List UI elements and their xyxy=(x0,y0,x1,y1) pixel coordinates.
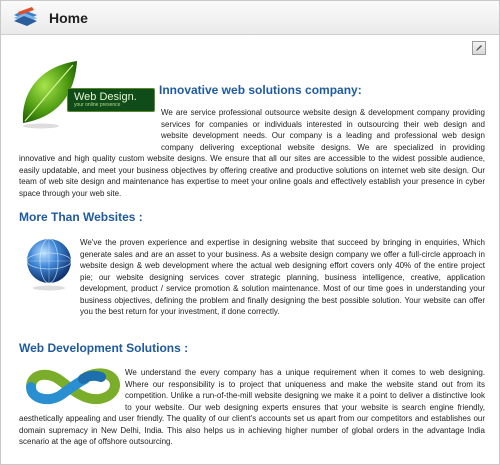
home-panel: Home Web Design. your online presence In… xyxy=(0,0,500,465)
section-title: Innovative web solutions company: xyxy=(159,83,362,97)
globe-icon xyxy=(23,236,75,292)
section-body: We understand the every company has a un… xyxy=(19,367,485,446)
page-title: Home xyxy=(49,10,88,26)
edit-icon[interactable] xyxy=(472,41,486,55)
section-body: We are service professional outsource we… xyxy=(19,107,485,198)
home-icon xyxy=(11,7,41,29)
section-title: More Than Websites : xyxy=(19,210,143,224)
section-body-float xyxy=(19,367,125,413)
section-body-float xyxy=(19,107,161,142)
section-body: We've the proven experience and expertis… xyxy=(80,238,485,316)
section-title: Web Development Solutions : xyxy=(19,341,189,355)
panel-header: Home xyxy=(1,1,499,35)
